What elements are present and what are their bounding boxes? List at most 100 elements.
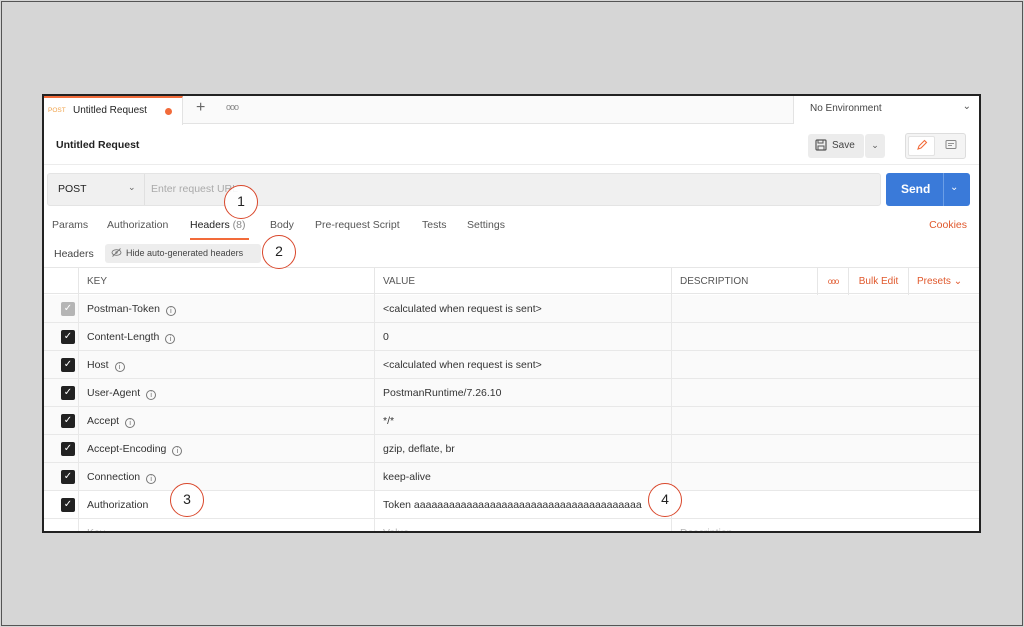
save-button[interactable]: Save xyxy=(808,134,864,158)
info-icon[interactable]: i xyxy=(125,418,136,428)
url-bar: POST ⌄ xyxy=(47,173,881,206)
header-value-cell[interactable]: <calculated when request is sent> xyxy=(374,295,671,323)
header-description-cell[interactable] xyxy=(671,379,979,407)
header-value-cell[interactable]: */* xyxy=(374,407,671,435)
tab-params[interactable]: Params xyxy=(52,219,88,231)
header-key-cell[interactable]: User-Agent i xyxy=(78,379,374,407)
info-icon[interactable]: i xyxy=(172,446,183,456)
postman-window: POST Untitled Request + ooo No Environme… xyxy=(42,94,981,533)
tab-tests[interactable]: Tests xyxy=(422,219,447,231)
info-icon[interactable]: i xyxy=(165,334,176,344)
header-value-cell[interactable]: <calculated when request is sent> xyxy=(374,351,671,379)
header-description-cell[interactable] xyxy=(671,435,979,463)
environment-selector[interactable]: No Environment ⌄ xyxy=(793,96,979,124)
view-toggle xyxy=(905,133,966,159)
header-value-cell[interactable]: PostmanRuntime/7.26.10 xyxy=(374,379,671,407)
row-checkbox[interactable]: ✓ xyxy=(61,442,75,456)
new-value-field[interactable]: Value xyxy=(374,519,671,531)
new-tab-button[interactable]: + xyxy=(196,99,205,117)
table-row: ✓ Accept i */* xyxy=(44,407,979,435)
header-value: <calculated when request is sent> xyxy=(383,303,542,315)
tab-settings[interactable]: Settings xyxy=(467,219,505,231)
comment-icon[interactable] xyxy=(938,136,964,156)
column-options-icon[interactable]: ooo xyxy=(817,268,848,295)
header-value: 0 xyxy=(383,331,389,343)
header-value: PostmanRuntime/7.26.10 xyxy=(383,387,502,399)
header-description-cell[interactable] xyxy=(671,351,979,379)
header-description-cell[interactable] xyxy=(671,295,979,323)
send-options-chevron-icon[interactable]: ⌄ xyxy=(950,182,958,193)
header-value-cell[interactable]: 0 xyxy=(374,323,671,351)
send-label: Send xyxy=(901,182,931,196)
header-key: User-Agent xyxy=(87,387,141,399)
header-key-cell[interactable]: Connection i xyxy=(78,463,374,491)
tab-bar: POST Untitled Request + ooo No Environme… xyxy=(44,96,979,125)
header-value: keep-alive xyxy=(383,471,431,483)
request-tab-method: POST xyxy=(48,107,66,114)
tab-body[interactable]: Body xyxy=(270,219,294,231)
row-checkbox[interactable]: ✓ xyxy=(61,302,75,316)
tab-pre-request-script[interactable]: Pre-request Script xyxy=(315,219,400,231)
row-checkbox[interactable]: ✓ xyxy=(61,330,75,344)
tab-authorization[interactable]: Authorization xyxy=(107,219,168,231)
row-checkbox[interactable]: ✓ xyxy=(61,414,75,428)
save-options-chevron-icon[interactable]: ⌄ xyxy=(865,134,885,158)
column-description-label: DESCRIPTION xyxy=(680,276,749,287)
header-description-cell[interactable] xyxy=(671,491,979,519)
header-value: gzip, deflate, br xyxy=(383,443,455,455)
bulk-edit-button[interactable]: Bulk Edit xyxy=(848,268,908,295)
header-key: Connection xyxy=(87,471,141,483)
header-description-cell[interactable] xyxy=(671,323,979,351)
header-value-cell[interactable]: gzip, deflate, br xyxy=(374,435,671,463)
hide-auto-headers-button[interactable]: Hide auto-generated headers xyxy=(105,244,261,263)
table-row: ✓ Host i <calculated when request is sent… xyxy=(44,351,979,379)
unsaved-dot-icon xyxy=(165,108,172,115)
header-key: Accept xyxy=(87,415,120,427)
table-header: KEY VALUE DESCRIPTION ooo Bulk Edit Pres… xyxy=(44,267,979,295)
header-key-cell[interactable]: Postman-Token i xyxy=(78,295,374,323)
table-row: ✓ Content-Length i 0 xyxy=(44,323,979,351)
row-checkbox[interactable]: ✓ xyxy=(61,358,75,372)
new-header-row: Key Value Description xyxy=(44,519,979,531)
request-title[interactable]: Untitled Request xyxy=(56,139,139,151)
info-icon[interactable]: i xyxy=(146,390,157,400)
active-tab-indicator xyxy=(190,238,249,240)
hide-auto-headers-label: Hide auto-generated headers xyxy=(126,248,244,258)
callout-3: 3 xyxy=(170,483,204,517)
cookies-link[interactable]: Cookies xyxy=(929,219,967,231)
edit-pencil-icon[interactable] xyxy=(908,136,935,156)
method-select[interactable]: POST ⌄ xyxy=(48,174,145,205)
table-row: ✓ Postman-Token i <calculated when reques… xyxy=(44,295,979,323)
header-key-cell[interactable]: Host i xyxy=(78,351,374,379)
row-checkbox[interactable]: ✓ xyxy=(61,386,75,400)
presets-button[interactable]: Presets ⌄ xyxy=(908,268,979,295)
request-tab[interactable]: POST Untitled Request xyxy=(44,96,183,125)
header-key: Accept-Encoding xyxy=(87,443,167,455)
tab-headers-label: Headers xyxy=(190,219,230,231)
header-value-cell[interactable]: keep-alive xyxy=(374,463,671,491)
row-checkbox[interactable]: ✓ xyxy=(61,498,75,512)
header-value: <calculated when request is sent> xyxy=(383,359,542,371)
column-key: KEY xyxy=(78,268,374,295)
header-key-cell[interactable]: Authorization xyxy=(78,491,374,519)
header-key-cell[interactable]: Content-Length i xyxy=(78,323,374,351)
request-tabs: Params Authorization Headers (8) Body Pr… xyxy=(44,214,979,240)
row-checkbox[interactable]: ✓ xyxy=(61,470,75,484)
info-icon[interactable]: i xyxy=(146,474,157,484)
header-description-cell[interactable] xyxy=(671,407,979,435)
header-value-cell[interactable]: Token aaaaaaaaaaaaaaaaaaaaaaaaaaaaaaaaaa… xyxy=(374,491,671,519)
new-key-field[interactable]: Key xyxy=(78,519,374,531)
header-key-cell[interactable]: Accept-Encoding i xyxy=(78,435,374,463)
info-icon[interactable]: i xyxy=(165,306,176,316)
send-button[interactable]: Send ⌄ xyxy=(886,173,970,206)
more-tabs-icon[interactable]: ooo xyxy=(226,102,239,112)
column-key-label: KEY xyxy=(87,276,108,287)
info-icon[interactable]: i xyxy=(114,362,125,372)
method-select-value: POST xyxy=(58,183,87,195)
header-key-cell[interactable]: Accept i xyxy=(78,407,374,435)
new-description-field[interactable]: Description xyxy=(671,519,979,531)
table-row: ✓ Accept-Encoding i gzip, deflate, br xyxy=(44,435,979,463)
tab-headers[interactable]: Headers (8) xyxy=(190,219,245,231)
header-description-cell[interactable] xyxy=(671,463,979,491)
request-tab-name: Untitled Request xyxy=(73,105,147,116)
